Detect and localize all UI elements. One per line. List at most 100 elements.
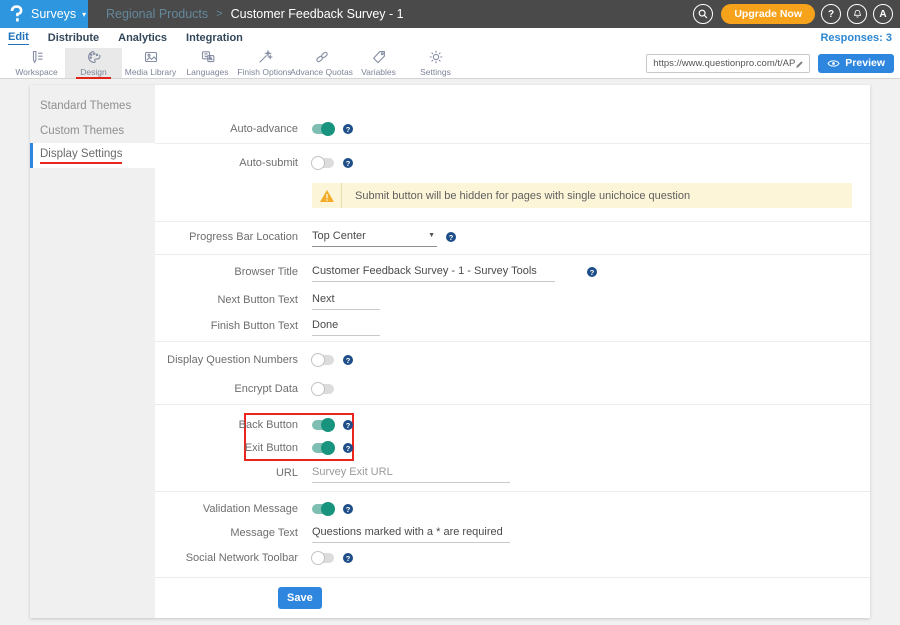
help-icon[interactable]: ? [587, 267, 597, 277]
upgrade-now-button[interactable]: Upgrade Now [721, 4, 815, 24]
search-button[interactable] [693, 4, 713, 24]
toolbar-item-variables[interactable]: Variables [350, 48, 407, 78]
exit-button-row: Exit Button ? [155, 438, 870, 458]
validation-message-row: Validation Message ? [155, 499, 870, 519]
toolbar-label: Variables [361, 67, 396, 77]
message-text-row: Message Text [155, 523, 870, 543]
toolbar-item-advance-quotas[interactable]: Advance Quotas [293, 48, 350, 78]
chevron-down-icon: ▾ [82, 10, 86, 19]
display-question-numbers-label: Display Question Numbers [155, 354, 298, 366]
finish-button-text-row: Finish Button Text [155, 316, 870, 336]
help-icon[interactable]: ? [343, 420, 353, 430]
finish-button-text-label: Finish Button Text [155, 320, 298, 332]
toolbar-item-workspace[interactable]: Workspace [8, 48, 65, 78]
toolbar-item-design[interactable]: Design [65, 48, 122, 78]
preview-button[interactable]: Preview [818, 54, 894, 73]
auto-advance-toggle[interactable] [312, 124, 334, 134]
nav-tab-integration[interactable]: Integration [186, 32, 243, 45]
auto-submit-label: Auto-submit [155, 157, 298, 169]
product-label: Surveys [31, 7, 76, 21]
encrypt-data-toggle[interactable] [312, 384, 334, 394]
sidebar-item-standard-themes[interactable]: Standard Themes [30, 93, 155, 118]
questionpro-logo-icon [9, 5, 24, 23]
app-window: Surveys ▾ Regional Products > Customer F… [0, 0, 900, 625]
notifications-button[interactable] [847, 4, 867, 24]
survey-nav: Edit Distribute Analytics Integration Re… [0, 28, 900, 48]
browser-title-row: Browser Title ? [155, 262, 870, 282]
edit-url-pencil-icon[interactable] [795, 58, 805, 68]
message-text-input[interactable] [312, 524, 510, 543]
breadcrumb-parent[interactable]: Regional Products [106, 7, 208, 21]
media-library-icon [143, 49, 159, 65]
finish-button-text-input[interactable] [312, 317, 380, 336]
exit-url-row: URL [155, 463, 870, 483]
message-text-label: Message Text [155, 527, 298, 539]
help-icon[interactable]: ? [343, 553, 353, 563]
progress-bar-location-select[interactable]: Top Center ▼ [312, 228, 437, 247]
exit-url-label: URL [155, 467, 298, 479]
next-button-text-input[interactable] [312, 291, 380, 310]
toolbar-label: Workspace [15, 67, 57, 77]
product-switcher[interactable]: Surveys ▾ [0, 0, 88, 28]
finish-options-wand-icon [257, 49, 273, 65]
sidebar-item-label: Display Settings [40, 148, 122, 164]
avatar-initial: A [879, 9, 886, 20]
languages-icon [200, 49, 216, 65]
browser-title-label: Browser Title [155, 266, 298, 278]
toolbar-label: Finish Options [237, 67, 291, 77]
nav-tab-distribute[interactable]: Distribute [48, 32, 99, 45]
divider [155, 404, 870, 405]
display-question-numbers-toggle[interactable] [312, 355, 334, 365]
social-network-toolbar-row: Social Network Toolbar ? [155, 548, 870, 568]
toolbar-right: Preview [646, 48, 894, 78]
toolbar-item-media-library[interactable]: Media Library [122, 48, 179, 78]
exit-url-input[interactable] [312, 464, 510, 483]
selected-option: Top Center [312, 230, 366, 242]
divider [155, 341, 870, 342]
submit-hidden-warning: Submit button will be hidden for pages w… [312, 183, 852, 208]
exit-button-toggle[interactable] [312, 443, 334, 453]
social-network-toolbar-toggle[interactable] [312, 553, 334, 563]
help-icon[interactable]: ? [343, 443, 353, 453]
help-icon[interactable]: ? [446, 232, 456, 242]
sidebar-item-custom-themes[interactable]: Custom Themes [30, 118, 155, 143]
divider [155, 254, 870, 255]
help-icon[interactable]: ? [343, 355, 353, 365]
progress-bar-location-label: Progress Bar Location [155, 231, 298, 243]
divider [155, 577, 870, 578]
sidebar-item-display-settings[interactable]: Display Settings [30, 143, 155, 168]
divider [155, 491, 870, 492]
social-network-toolbar-label: Social Network Toolbar [155, 552, 298, 564]
help-icon: ? [828, 9, 834, 20]
browser-title-input[interactable] [312, 263, 555, 282]
account-avatar[interactable]: A [873, 4, 893, 24]
auto-advance-row: Auto-advance ? [155, 119, 870, 139]
display-question-numbers-row: Display Question Numbers ? [155, 350, 870, 370]
back-button-toggle[interactable] [312, 420, 334, 430]
validation-message-toggle[interactable] [312, 504, 334, 514]
settings-gear-icon [428, 49, 444, 65]
toolbar-item-settings[interactable]: Settings [407, 48, 464, 78]
nav-tab-edit[interactable]: Edit [8, 31, 29, 45]
validation-message-label: Validation Message [155, 503, 298, 515]
divider [155, 221, 870, 222]
help-button[interactable]: ? [821, 4, 841, 24]
toolbar-item-finish-options[interactable]: Finish Options [236, 48, 293, 78]
topbar-actions: Upgrade Now ? A [687, 4, 893, 24]
help-icon[interactable]: ? [343, 158, 353, 168]
help-icon[interactable]: ? [343, 504, 353, 514]
toolbar-item-languages[interactable]: Languages [179, 48, 236, 78]
auto-submit-toggle[interactable] [312, 158, 334, 168]
advance-quotas-links-icon [314, 49, 330, 65]
progress-bar-location-row: Progress Bar Location Top Center ▼ ? [155, 227, 870, 247]
design-active-annotation [76, 77, 111, 79]
responses-count[interactable]: Responses: 3 [820, 32, 892, 44]
help-icon[interactable]: ? [343, 124, 353, 134]
save-button[interactable]: Save [278, 587, 322, 609]
nav-tab-analytics[interactable]: Analytics [118, 32, 167, 45]
display-settings-form: Auto-advance ? Auto-submit ? [155, 85, 870, 618]
toolbar-label: Design [80, 67, 106, 77]
encrypt-data-label: Encrypt Data [155, 383, 298, 395]
survey-url-input[interactable] [653, 58, 795, 69]
edit-toolbar: Workspace Design Media Library [0, 48, 900, 79]
